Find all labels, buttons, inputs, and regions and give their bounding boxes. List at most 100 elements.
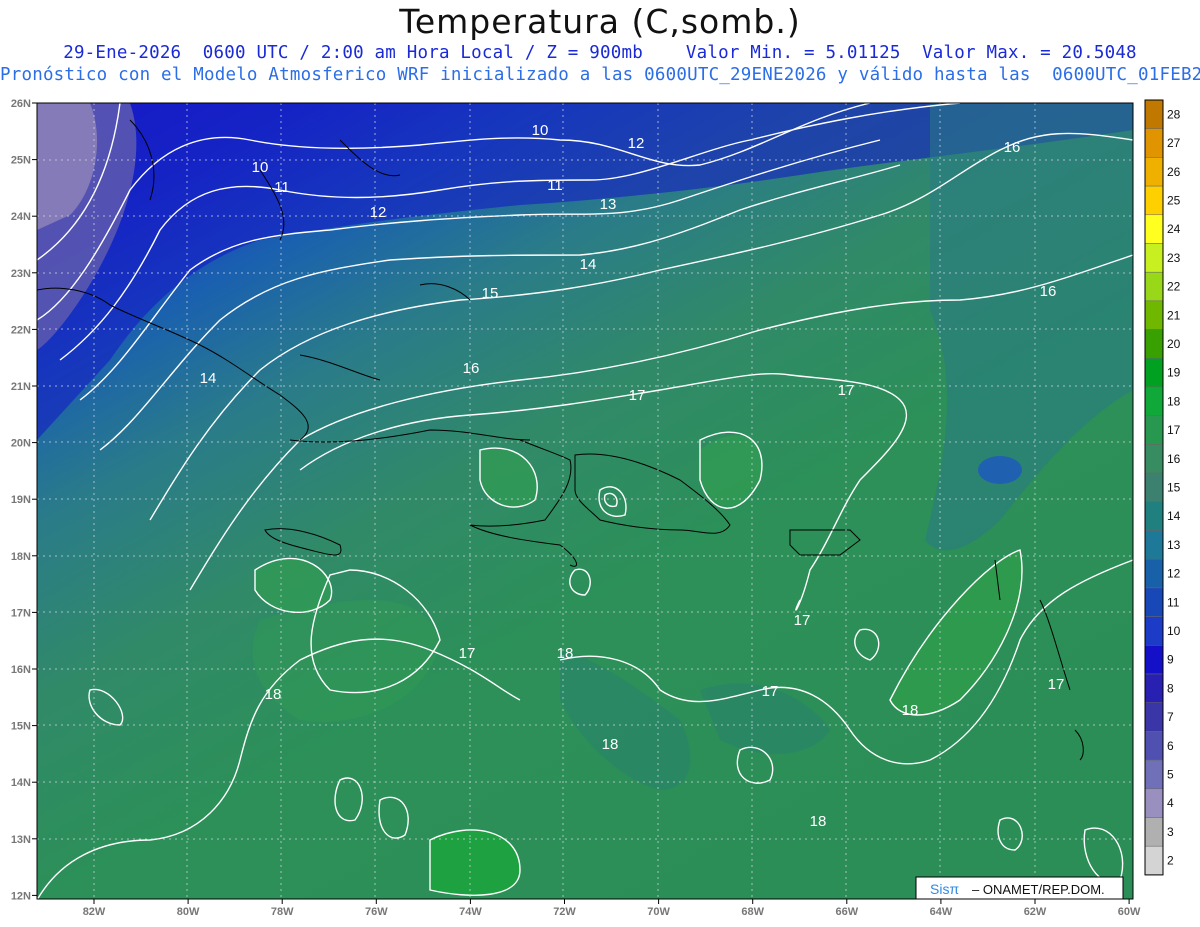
colorbar-swatch <box>1144 386 1164 416</box>
contour-value-label: 14 <box>200 370 217 387</box>
colorbar-swatch <box>1144 444 1164 474</box>
colorbar-level-label: 19 <box>1167 366 1181 380</box>
colorbar-swatch <box>1144 558 1164 589</box>
lon-label: 64W <box>930 906 953 918</box>
colorbar-swatch <box>1144 645 1164 675</box>
colorbar-level-label: 20 <box>1167 337 1181 351</box>
colorbar-swatch <box>1144 501 1164 531</box>
colorbar-level-label: 25 <box>1167 193 1181 207</box>
contour-value-label: 13 <box>600 196 617 213</box>
lon-label: 60W <box>1118 906 1141 918</box>
temperature-map: 10 12 16 10 11 11 13 12 14 15 16 16 14 17 17 17 18 17 17 18… <box>11 98 1181 918</box>
colorbar-swatch <box>1144 157 1164 187</box>
contour-value-label: 16 <box>463 360 480 377</box>
colorbar-swatch <box>1144 243 1164 273</box>
contour-value-label: 18 <box>810 813 827 830</box>
lon-label: 78W <box>271 906 294 918</box>
colorbar-swatch <box>1144 415 1164 445</box>
contour-value-label: 10 <box>252 159 269 176</box>
colorbar-level-label: 3 <box>1167 825 1174 839</box>
colorbar-swatch <box>1144 300 1164 330</box>
colorbar-legend: 2827262524232221201918171615141312111098… <box>1144 99 1181 876</box>
colorbar-swatch <box>1144 185 1164 216</box>
lat-label: 21N <box>11 381 31 393</box>
lat-label: 17N <box>11 607 31 619</box>
colorbar-level-label: 12 <box>1167 567 1181 581</box>
colorbar-swatch <box>1144 472 1164 503</box>
lat-label: 22N <box>11 324 31 336</box>
lon-label: 76W <box>365 906 388 918</box>
colorbar-level-label: 2 <box>1167 854 1174 868</box>
contour-value-label: 11 <box>274 179 290 196</box>
colorbar-swatch <box>1144 759 1164 790</box>
contour-value-label: 18 <box>265 686 282 703</box>
colorbar-level-label: 23 <box>1167 251 1181 265</box>
contour-value-label: 17 <box>762 683 779 700</box>
colorbar-level-label: 4 <box>1167 796 1174 810</box>
contour-value-label: 17 <box>459 645 476 662</box>
colorbar-level-label: 13 <box>1167 538 1181 552</box>
colorbar-swatch <box>1144 358 1164 388</box>
colorbar-swatch <box>1144 731 1164 761</box>
colorbar-swatch <box>1144 845 1164 876</box>
colorbar-swatch <box>1144 329 1164 359</box>
contour-value-label: 18 <box>557 645 574 662</box>
colorbar-swatch <box>1144 271 1164 302</box>
lon-label: 82W <box>83 906 106 918</box>
contour-value-label: 11 <box>547 177 563 194</box>
lat-label: 19N <box>11 494 31 506</box>
colorbar-level-label: 9 <box>1167 653 1174 667</box>
contour-value-label: 17 <box>1048 676 1065 693</box>
lon-label: 66W <box>835 906 858 918</box>
contour-value-label: 17 <box>629 387 646 404</box>
colorbar-swatch <box>1144 788 1164 818</box>
colorbar-level-label: 15 <box>1167 480 1181 494</box>
colorbar-level-label: 28 <box>1167 107 1181 121</box>
colorbar-swatch <box>1144 616 1164 646</box>
lon-label: 70W <box>647 906 670 918</box>
lat-label: 25N <box>11 155 31 167</box>
colorbar-swatch <box>1144 128 1164 158</box>
lon-label: 62W <box>1024 906 1047 918</box>
colorbar-swatch <box>1144 214 1164 244</box>
colorbar-swatch <box>1144 673 1164 703</box>
lon-label: 72W <box>553 906 576 918</box>
colorbar-swatch <box>1144 530 1164 560</box>
colorbar-swatch <box>1144 702 1164 732</box>
credit-box: Sisπ – ONAMET/REP.DOM. <box>915 876 1124 900</box>
colorbar-level-label: 7 <box>1167 710 1174 724</box>
colorbar-level-label: 11 <box>1167 595 1180 609</box>
lon-label: 68W <box>741 906 764 918</box>
colorbar-level-label: 24 <box>1167 222 1181 236</box>
contour-value-label: 18 <box>602 736 619 753</box>
colorbar-swatch <box>1144 817 1164 847</box>
sispi-logo: Sisπ <box>930 881 959 897</box>
lon-label: 80W <box>177 906 200 918</box>
lat-label: 26N <box>11 98 31 110</box>
lat-label: 15N <box>11 721 31 733</box>
shaded-field <box>37 103 1133 899</box>
credit-text: – ONAMET/REP.DOM. <box>972 882 1105 897</box>
colorbar-level-label: 8 <box>1167 681 1174 695</box>
lat-label: 16N <box>11 664 31 676</box>
colorbar-swatch <box>1144 99 1164 129</box>
contour-value-label: 15 <box>482 285 499 302</box>
lat-label: 24N <box>11 211 31 223</box>
lat-label: 12N <box>11 890 31 902</box>
colorbar-level-label: 16 <box>1167 452 1181 466</box>
contour-value-label: 10 <box>532 122 549 139</box>
colorbar-level-label: 6 <box>1167 739 1174 753</box>
colorbar-swatch <box>1144 587 1164 617</box>
contour-value-label: 12 <box>628 135 645 152</box>
colorbar-level-label: 17 <box>1167 423 1181 437</box>
contour-value-label: 12 <box>370 204 387 221</box>
lat-label: 13N <box>11 834 31 846</box>
contour-value-label: 18 <box>902 702 919 719</box>
contour-value-label: 16 <box>1040 283 1057 300</box>
colorbar-level-label: 26 <box>1167 165 1181 179</box>
lat-label: 18N <box>11 551 31 563</box>
lat-label: 20N <box>11 438 31 450</box>
colorbar-level-label: 22 <box>1167 280 1181 294</box>
lon-label: 74W <box>459 906 482 918</box>
colorbar-level-label: 21 <box>1167 308 1181 322</box>
